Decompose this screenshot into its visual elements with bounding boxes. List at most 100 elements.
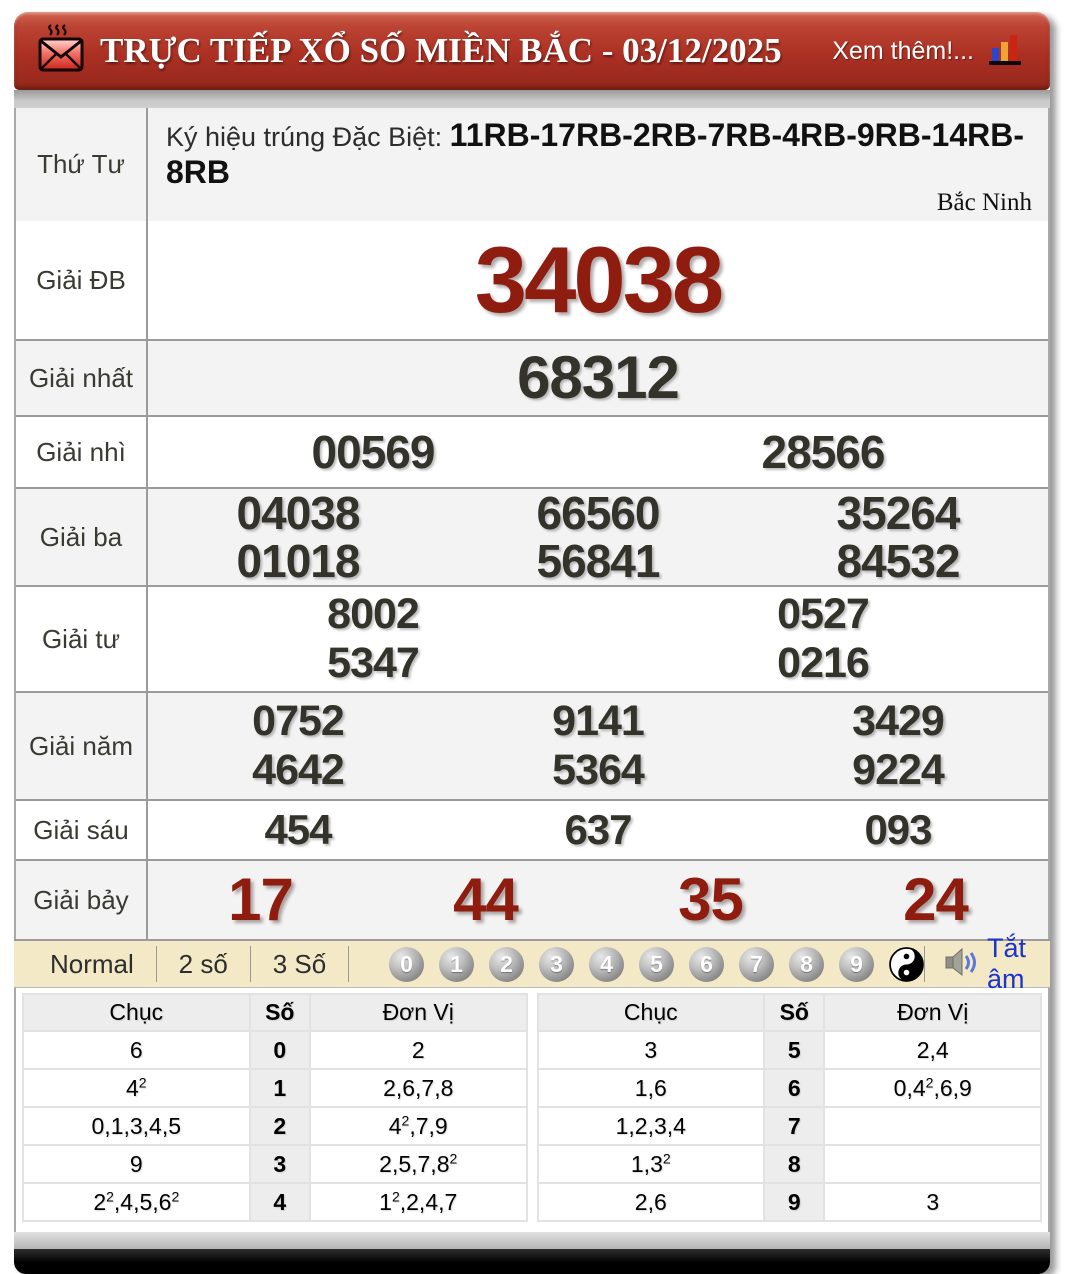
cell-chuc: 1,6 (536, 1068, 766, 1108)
cell-donvi: 3 (823, 1182, 1042, 1222)
table-row: 2,6 9 3 (536, 1182, 1042, 1222)
digit-ball-2[interactable]: 2 (489, 946, 525, 982)
prize-numbers: 04038 66560 35264 01018 56841 84532 (148, 489, 1048, 585)
toolbar-separator (249, 946, 251, 982)
cell-donvi: 2,5,7,82 (308, 1144, 528, 1184)
prize-rows: Giải ĐB 34038 Giải nhất 68312 Giải nhì 00569 2… (16, 221, 1048, 939)
head-tail-table-2: Chục Số Đơn Vị 3 5 2,4 1,6 6 0,42,6,9 1,2,3,4 7 1,3… (536, 993, 1043, 1222)
cell-so: 6 (763, 1068, 826, 1108)
see-more-link[interactable]: Xem thêm!... (832, 37, 974, 66)
footer-bar (14, 1249, 1050, 1274)
cell-donvi: 12,2,4,7 (308, 1182, 528, 1222)
cell-so: 8 (763, 1144, 826, 1184)
head-tail-tables: Chục Số Đơn Vị 6 0 2 42 1 2,6,7,8 0,1,3,4,5 2 42,7,… (14, 987, 1050, 1232)
yin-yang-icon[interactable] (889, 946, 924, 982)
prize-label: Giải ba (16, 489, 148, 585)
prize-number: 17 (228, 866, 294, 933)
digit-ball-6[interactable]: 6 (689, 946, 725, 982)
digit-ball-1[interactable]: 1 (439, 946, 475, 982)
prize-label: Giải năm (16, 693, 148, 799)
cell-chuc: 2,6 (536, 1182, 766, 1222)
page-title: TRỰC TIẾP XỔ SỐ MIỀN BẮC - 03/12/2025 (100, 31, 782, 70)
prize-number: 00569 (311, 426, 436, 478)
cell-chuc: 6 (22, 1030, 251, 1070)
cell-donvi (823, 1144, 1042, 1184)
prize-label: Giải nhất (16, 341, 148, 415)
table-row: 22,4,5,62 4 12,2,4,7 (22, 1182, 528, 1222)
prize-numbers: 00569 28566 (148, 417, 1048, 487)
digit-ball-8[interactable]: 8 (789, 946, 825, 982)
digit-ball-5[interactable]: 5 (639, 946, 675, 982)
cell-chuc: 9 (22, 1144, 251, 1184)
day-label: Thứ Tư (16, 108, 148, 221)
header-so: Số (248, 993, 311, 1032)
prize-number: 5347 (327, 639, 420, 687)
prize-numbers: 0752 9141 3429 4642 5364 9224 (148, 693, 1048, 799)
table-row: 1,32 8 (536, 1144, 1042, 1184)
prize-number: 04038 (236, 487, 361, 540)
toolbar-separator (924, 946, 925, 982)
cell-so: 0 (248, 1030, 311, 1070)
cell-chuc: 1,2,3,4 (536, 1106, 766, 1146)
header-donvi: Đơn Vị (823, 993, 1042, 1032)
digit-ball-0[interactable]: 0 (389, 946, 425, 982)
toolbar-separator (348, 946, 350, 982)
cell-donvi: 2 (308, 1030, 528, 1070)
cell-so: 9 (763, 1182, 826, 1222)
prize-number: 24 (903, 866, 969, 933)
prize-row-db: Giải ĐB 34038 (16, 221, 1048, 339)
prize-number: 84532 (836, 534, 961, 587)
cell-so: 1 (248, 1068, 311, 1108)
prize-number: 4642 (252, 746, 345, 795)
header-chuc: Chục (536, 993, 766, 1032)
cell-so: 2 (248, 1106, 311, 1146)
digit-ball-4[interactable]: 4 (589, 946, 625, 982)
mode-normal-button[interactable]: Normal (34, 949, 150, 980)
mode-2-digit-button[interactable]: 2 số (163, 949, 244, 980)
table-row: 9 3 2,5,7,82 (22, 1144, 528, 1184)
prize-number: 0752 (252, 696, 345, 745)
digit-ball-7[interactable]: 7 (739, 946, 775, 982)
cell-so: 7 (763, 1106, 826, 1146)
prize-label: Giải bảy (16, 861, 148, 939)
cell-donvi (823, 1106, 1042, 1146)
digit-ball-3[interactable]: 3 (539, 946, 575, 982)
header-chuc: Chục (22, 993, 251, 1032)
table-row: 1,2,3,4 7 (536, 1106, 1042, 1146)
head-tail-table-1: Chục Số Đơn Vị 6 0 2 42 1 2,6,7,8 0,1,3,4,5 2 42,7,… (22, 993, 528, 1222)
header-donvi: Đơn Vị (308, 993, 528, 1032)
header-divider-strip (14, 90, 1050, 108)
special-sign-content: Ký hiệu trúng Đặc Biệt: 11RB-17RB-2RB-7R… (148, 108, 1048, 221)
bar-chart-icon[interactable] (986, 31, 1024, 72)
digit-ball-9[interactable]: 9 (839, 946, 875, 982)
header-bar: TRỰC TIẾP XỔ SỐ MIỀN BẮC - 03/12/2025 Xe… (14, 12, 1050, 90)
prize-number: 637 (564, 806, 632, 853)
prize-number: 35264 (836, 487, 961, 540)
cell-so: 3 (248, 1144, 311, 1184)
prize-row-fifth: Giải năm 0752 9141 3429 4642 5364 9224 (16, 691, 1048, 799)
prize-label: Giải tư (16, 587, 148, 691)
prize-row-second: Giải nhì 00569 28566 (16, 415, 1048, 487)
prize-number: 34038 (474, 227, 724, 332)
cell-chuc: 22,4,5,62 (22, 1182, 251, 1222)
toolbar: Normal 2 số 3 Số 0123456789 Tắt âm (14, 933, 1050, 994)
special-sign-row: Thứ Tư Ký hiệu trúng Đặc Biệt: 11RB-17RB… (16, 108, 1048, 221)
table-row: 0,1,3,4,5 2 42,7,9 (22, 1106, 528, 1146)
province-name: Bắc Ninh (936, 189, 1032, 216)
mute-toggle[interactable]: Tắt âm (945, 933, 1026, 995)
cell-so: 4 (248, 1182, 311, 1222)
speaker-icon[interactable] (945, 947, 979, 982)
prize-number: 66560 (536, 487, 661, 540)
prize-number: 093 (864, 806, 932, 853)
prize-numbers: 68312 (148, 341, 1048, 415)
prize-number: 28566 (761, 426, 886, 478)
cell-donvi: 2,6,7,8 (308, 1068, 528, 1108)
prize-number: 9141 (552, 696, 645, 745)
cell-donvi: 2,4 (823, 1030, 1042, 1070)
mode-3-digit-button[interactable]: 3 Số (257, 949, 343, 980)
prize-label: Giải ĐB (16, 221, 148, 339)
header-so: Số (763, 993, 826, 1032)
prize-number: 35 (678, 866, 744, 933)
prize-numbers: 17 44 35 24 (148, 861, 1048, 939)
cell-chuc: 0,1,3,4,5 (22, 1106, 251, 1146)
